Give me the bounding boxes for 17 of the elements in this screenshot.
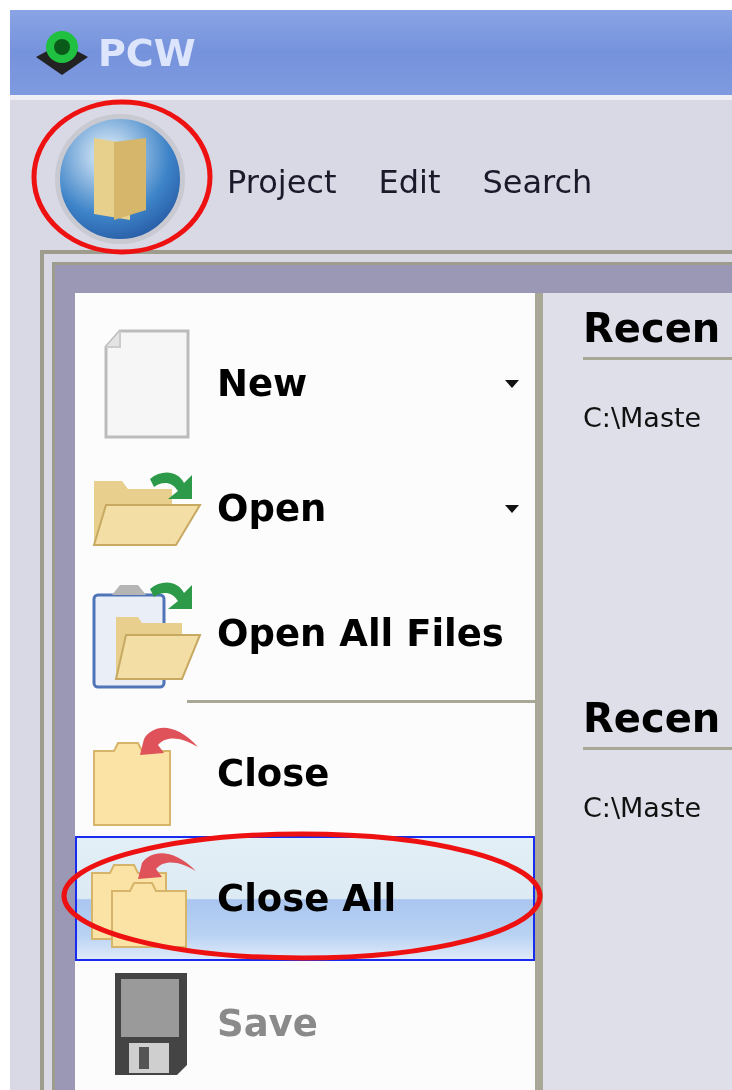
application-button[interactable]: [55, 114, 185, 244]
blank-page-icon: [102, 328, 192, 439]
section-heading: Recen: [583, 683, 732, 750]
menu-entry[interactable]: New: [75, 321, 535, 446]
menu-entry[interactable]: Close All: [75, 836, 535, 961]
caret-icon: [505, 504, 519, 513]
section-heading: Recen: [583, 293, 732, 360]
menu-item[interactable]: Search: [482, 163, 593, 201]
menu-entry[interactable]: Open All Files: [75, 571, 535, 696]
menu-entry[interactable]: Open: [75, 446, 535, 571]
recent-file-link[interactable]: C:\Maste: [583, 792, 732, 823]
menu-entry[interactable]: Close: [75, 711, 535, 836]
caret-icon: [505, 379, 519, 388]
menu-item[interactable]: Project: [227, 163, 337, 201]
menu-item[interactable]: Edit: [378, 163, 441, 201]
window-title: PCW: [98, 30, 196, 75]
recent-file-link[interactable]: C:\Maste: [583, 402, 732, 433]
